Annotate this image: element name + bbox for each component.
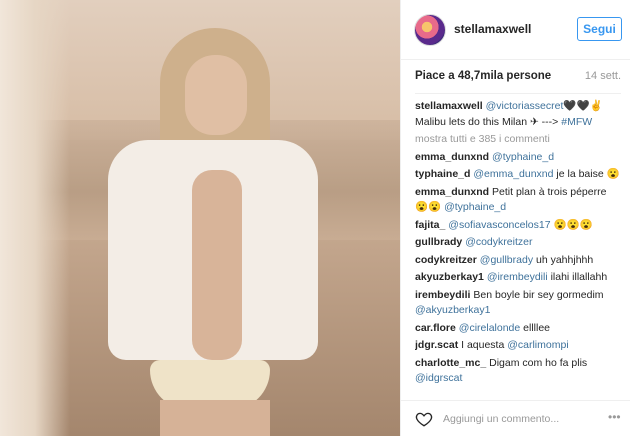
post-side-panel: stellamaxwell Segui Piace a 48,7mila per… bbox=[400, 0, 630, 436]
more-options-icon[interactable]: ••• bbox=[608, 411, 622, 423]
list-item: jdgr.scat I aquesta @carlimompi bbox=[415, 338, 621, 354]
comment-mention[interactable]: @cirelalonde bbox=[459, 322, 520, 334]
comment-text: 😮😮😮 bbox=[550, 218, 593, 231]
comment-mention[interactable]: @gullbrady bbox=[480, 254, 533, 266]
caption-emoji: 🖤🖤✌ bbox=[563, 100, 603, 112]
comment-mention[interactable]: @codykreitzer bbox=[465, 236, 532, 248]
comment-username[interactable]: emma_dunxnd bbox=[415, 151, 489, 163]
list-item: fajita_ @sofiavasconcelos17 😮😮😮 bbox=[415, 218, 621, 234]
follow-button[interactable]: Segui bbox=[577, 17, 622, 41]
caption-text: Malibu lets do this Milan ✈ ---> bbox=[415, 115, 562, 128]
comment-mention[interactable]: @idgrscat bbox=[415, 372, 462, 384]
comment-username[interactable]: emma_dunxnd bbox=[415, 186, 489, 198]
post-timestamp[interactable]: 14 sett. bbox=[585, 70, 621, 82]
caption-username[interactable]: stellamaxwell bbox=[415, 100, 483, 112]
list-item: gullbrady @codykreitzer bbox=[415, 235, 621, 251]
post-header: stellamaxwell Segui bbox=[401, 0, 630, 60]
list-item: charlotte_mc_ Digam com ho fa plis @idgr… bbox=[415, 356, 621, 387]
comment-text: uh yahhjhhh bbox=[533, 253, 594, 266]
add-comment-bar: ••• bbox=[401, 400, 630, 436]
comment-username[interactable]: typhaine_d bbox=[415, 168, 470, 180]
comment-username[interactable]: jdgr.scat bbox=[415, 339, 458, 351]
comment-text: je la baise 😮 bbox=[553, 168, 620, 180]
list-item: codykreitzer @gullbrady uh yahhjhhh bbox=[415, 253, 621, 269]
photo-curtain bbox=[0, 0, 70, 436]
caption: stellamaxwell @victoriassecret🖤🖤✌ Malibu… bbox=[415, 99, 621, 130]
comment-text: I aquesta bbox=[461, 339, 508, 351]
photo-legs bbox=[160, 400, 270, 436]
avatar[interactable] bbox=[414, 14, 446, 46]
likes-row: Piace a 48,7mila persone 14 sett. bbox=[415, 70, 621, 86]
comment-username[interactable]: codykreitzer bbox=[415, 254, 477, 266]
comment-username[interactable]: charlotte_mc_ bbox=[415, 357, 486, 369]
heart-icon[interactable] bbox=[415, 410, 433, 428]
comment-mention[interactable]: @akyuzberkay1 bbox=[415, 304, 490, 316]
comment-mention[interactable]: @irembeydili bbox=[487, 271, 548, 283]
divider bbox=[415, 93, 621, 94]
list-item: akyuzberkay1 @irembeydili ilahi illallah… bbox=[415, 270, 621, 286]
comment-text: Digam com ho fa plis bbox=[489, 356, 588, 369]
list-item: emma_dunxnd Petit plan à trois péperre 😮… bbox=[415, 185, 621, 216]
photo-face bbox=[185, 55, 247, 135]
list-item: car.flore @cirelalonde ellllee bbox=[415, 321, 621, 337]
comment-username[interactable]: fajita_ bbox=[415, 219, 445, 231]
comment-mention[interactable]: @emma_dunxnd bbox=[473, 168, 553, 180]
comment-mention[interactable]: @typhaine_d bbox=[492, 151, 554, 163]
comment-text: ellllee bbox=[520, 321, 551, 334]
list-item: emma_dunxnd @typhaine_d bbox=[415, 150, 621, 166]
comment-mention[interactable]: @sofiavasconcelos17 bbox=[448, 219, 550, 231]
comment-username[interactable]: car.flore bbox=[415, 322, 456, 334]
comment-username[interactable]: irembeydili bbox=[415, 289, 470, 301]
comment-text: ilahi illallahh bbox=[547, 271, 608, 283]
comment-username[interactable]: gullbrady bbox=[415, 236, 462, 248]
post-photo[interactable] bbox=[0, 0, 400, 436]
list-item: irembeydili Ben boyle bir sey gormedim @… bbox=[415, 288, 621, 319]
post-username[interactable]: stellamaxwell bbox=[454, 22, 531, 36]
view-all-comments-link[interactable]: mostra tutti e 385 i commenti bbox=[415, 132, 621, 148]
comment-username[interactable]: akyuzberkay1 bbox=[415, 271, 484, 283]
comment-input[interactable] bbox=[443, 410, 613, 428]
photo-skin bbox=[192, 170, 242, 360]
comments-list: stellamaxwell @victoriassecret🖤🖤✌ Malibu… bbox=[415, 99, 621, 397]
comment-text: Ben boyle bir sey gormedim bbox=[473, 288, 604, 301]
caption-mention[interactable]: @victoriassecret bbox=[486, 100, 564, 112]
caption-hashtag[interactable]: #MFW bbox=[561, 116, 592, 128]
list-item: typhaine_d @emma_dunxnd je la baise 😮 bbox=[415, 167, 621, 183]
likes-count[interactable]: Piace a 48,7mila persone bbox=[415, 70, 551, 82]
comment-mention[interactable]: @carlimompi bbox=[507, 339, 568, 351]
comment-mention[interactable]: @typhaine_d bbox=[444, 201, 506, 213]
